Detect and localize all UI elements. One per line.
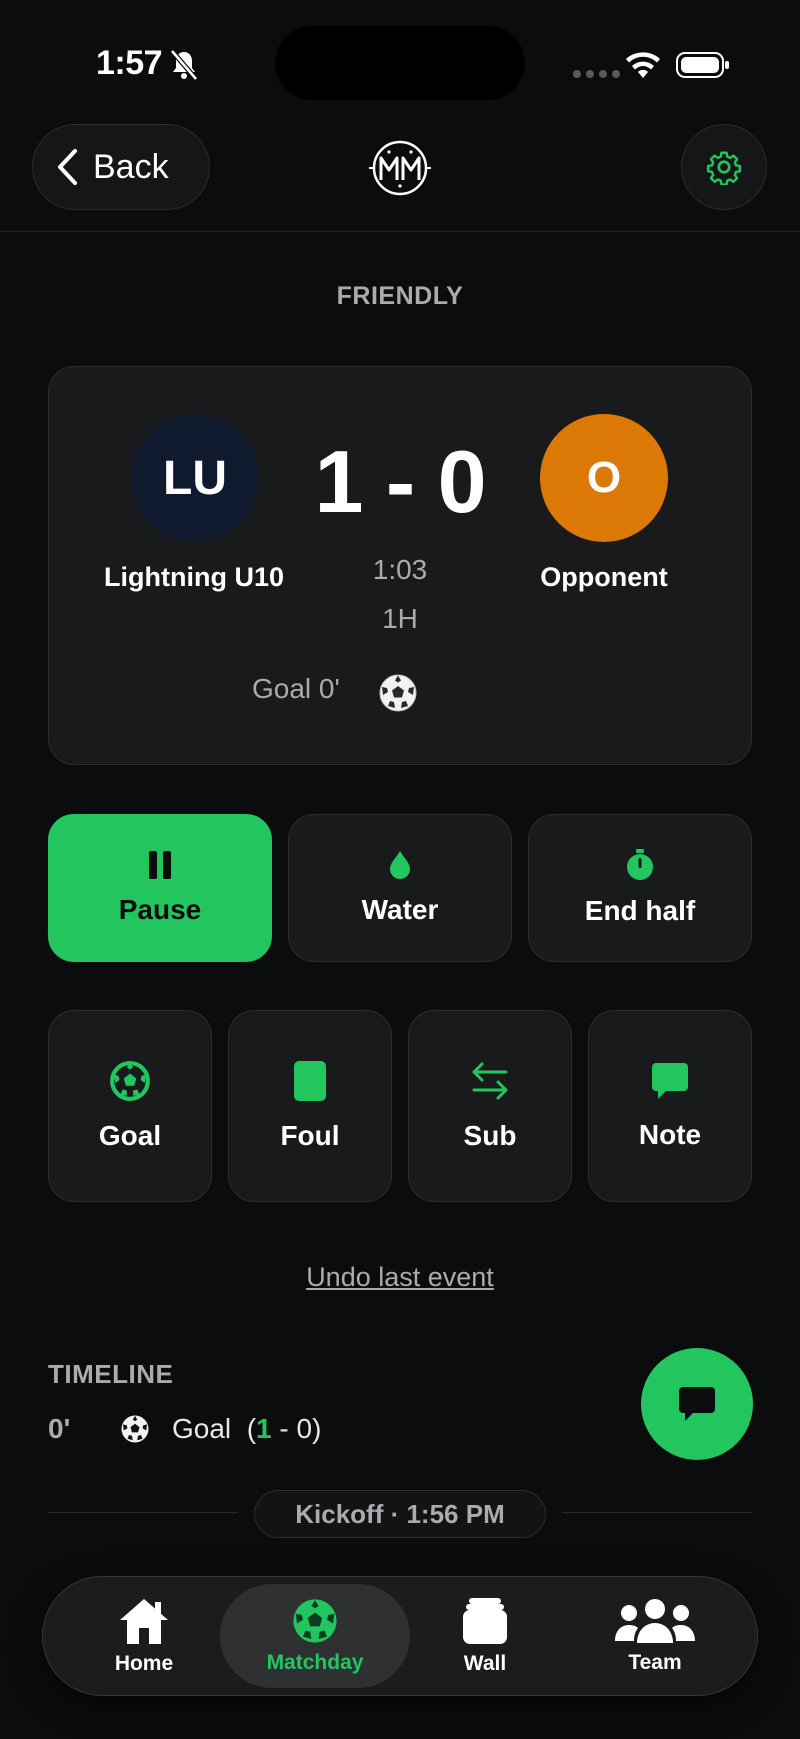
timeline-score-home: 1 [256,1413,272,1444]
divider-line [562,1512,752,1513]
soccer-ball-icon [293,1599,337,1643]
timeline-score-sep: - [271,1413,297,1444]
settings-button[interactable] [681,124,767,210]
tab-wall-label: Wall [463,1652,507,1675]
match-period: 1H [382,603,418,634]
kickoff-label: Kickoff · 1:56 PM [254,1490,546,1538]
chat-button[interactable] [641,1348,753,1460]
battery-icon [676,52,729,78]
card-icon [294,1061,326,1101]
status-time: 1:57 [96,44,163,82]
match-type-label: FRIENDLY [336,282,464,310]
people-icon [615,1599,695,1643]
pause-icon [149,851,171,879]
timeline-score-away: 0 [296,1413,313,1444]
chevron-left-icon [58,149,77,185]
note-label: Note [638,1119,702,1150]
tab-home[interactable]: Home [59,1584,229,1688]
home-team-avatar: LU [131,414,259,542]
soccer-ball-icon [379,674,417,712]
tab-team[interactable]: Team [570,1584,740,1688]
timeline-event-label: Goal [172,1413,232,1444]
dynamic-island [275,26,525,100]
cellular-signal-icon [573,70,620,78]
tab-wall[interactable]: Wall [400,1584,570,1688]
away-team-avatar: O [540,414,668,542]
divider-line [48,1512,238,1513]
foul-label: Foul [280,1120,340,1151]
sub-event-button[interactable]: Sub [408,1010,572,1202]
tab-matchday-label: Matchday [266,1651,364,1674]
house-icon [120,1599,168,1644]
water-drop-icon [390,851,410,879]
home-team-name: Lightning U10 [104,562,284,592]
timeline-title: TIMELINE [48,1359,174,1389]
bell-slash-icon [170,49,198,81]
score: 1 - 0 [314,432,486,531]
end-half-button[interactable]: End half [528,814,752,962]
sub-label: Sub [463,1120,517,1151]
pause-button[interactable]: Pause [48,814,272,962]
end-half-label: End half [584,895,696,926]
gear-icon [706,151,742,185]
wifi-icon [626,52,660,78]
goal-event-button[interactable]: Goal [48,1010,212,1202]
timeline-event[interactable]: Goal (1 - 0) [172,1413,321,1445]
swap-arrows-icon [472,1062,508,1100]
stack-icon [463,1598,507,1644]
match-clock: 1:03 [372,554,428,585]
tab-matchday[interactable]: Matchday [220,1584,410,1688]
soccer-ball-icon [110,1061,150,1101]
undo-last-event-link[interactable]: Undo last event [0,1262,800,1293]
foul-event-button[interactable]: Foul [228,1010,392,1202]
pause-label: Pause [118,894,202,925]
soccer-ball-icon [121,1415,149,1443]
header-divider [0,231,800,232]
note-event-button[interactable]: Note [588,1010,752,1202]
app-logo [369,140,431,196]
timeline-minute: 0' [48,1413,71,1444]
tab-team-label: Team [628,1651,682,1674]
chat-bubble-icon [679,1387,715,1421]
water-break-button[interactable]: Water [288,814,512,962]
message-bubble-icon [652,1063,688,1099]
away-team-name: Opponent [540,562,668,592]
stopwatch-icon [627,849,653,880]
back-label: Back [93,147,169,186]
back-button[interactable]: Back [32,124,210,210]
last-event-label: Goal 0' [252,673,340,704]
water-label: Water [361,894,439,925]
tab-home-label: Home [114,1652,174,1675]
goal-label: Goal [98,1120,162,1151]
